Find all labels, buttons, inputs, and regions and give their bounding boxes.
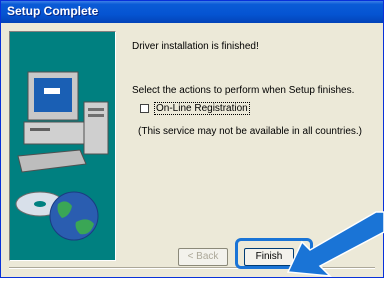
pointer-arrow-icon (286, 211, 384, 277)
